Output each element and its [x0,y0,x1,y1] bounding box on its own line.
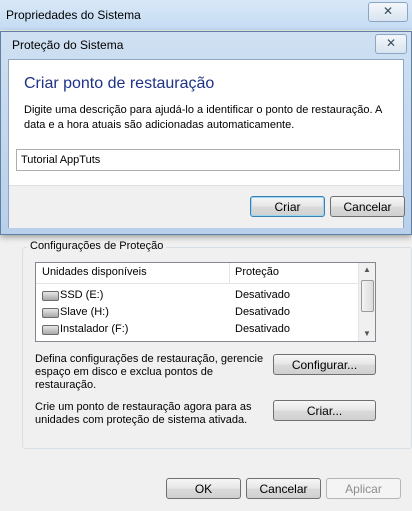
create-restore-point-button[interactable]: Criar... [273,400,376,421]
list-item[interactable]: Instalador (F:) Desativado [36,321,358,338]
group-label: Configurações de Proteção [27,240,167,252]
close-icon[interactable]: ✕ [375,34,407,54]
list-item[interactable]: SSD (E:) Desativado [36,287,358,304]
outer-title-bar[interactable]: Propriedades do Sistema ✕ [0,0,412,30]
cancel-button[interactable]: Cancelar [330,196,405,217]
close-icon[interactable]: ✕ [368,2,408,22]
drive-protection: Desativado [235,323,291,335]
scroll-down-icon[interactable]: ▼ [359,327,375,341]
dialog-description: Digite uma descrição para ajudá-lo a ide… [24,104,382,131]
scroll-thumb[interactable] [361,280,374,312]
ok-button[interactable]: OK [166,478,241,499]
list-scrollbar[interactable]: ▲ ▼ [358,263,375,341]
drive-name: Slave (H:) [60,306,109,318]
hard-drive-icon [42,291,59,301]
column-divider[interactable] [229,263,230,283]
list-header: Unidades disponíveis Proteção [36,263,358,284]
hard-drive-icon [42,308,59,318]
window-title: Propriedades do Sistema [6,8,141,22]
dialog-footer: Criar Cancelar [9,185,405,228]
cancel-button[interactable]: Cancelar [246,478,321,499]
configure-button[interactable]: Configurar... [273,354,376,375]
dialog-heading: Criar ponto de restauração [24,75,215,92]
drive-protection: Desativado [235,289,291,301]
restore-point-description-input[interactable] [16,149,400,171]
drive-protection: Desativado [235,306,291,318]
list-item[interactable]: Slave (H:) Desativado [36,304,358,321]
scroll-up-icon[interactable]: ▲ [359,263,375,277]
configure-description: Defina configurações de restauração, ger… [35,353,264,391]
drive-name: SSD (E:) [60,289,104,301]
create-restore-point-dialog: Proteção do Sistema ✕ Criar ponto de res… [0,31,412,235]
drive-name: Instalador (F:) [60,323,129,335]
create-description: Crie um ponto de restauração agora para … [35,401,252,426]
dialog-title: Proteção do Sistema [12,38,124,52]
apply-button[interactable]: Aplicar [326,478,401,499]
column-protection[interactable]: Proteção [235,266,279,278]
dialog-client: Criar ponto de restauração Digite uma de… [8,59,405,228]
hard-drive-icon [42,325,59,335]
create-button[interactable]: Criar [250,196,325,217]
column-drives[interactable]: Unidades disponíveis [42,266,147,278]
drives-list[interactable]: Unidades disponíveis Proteção SSD (E:) D… [35,262,376,342]
